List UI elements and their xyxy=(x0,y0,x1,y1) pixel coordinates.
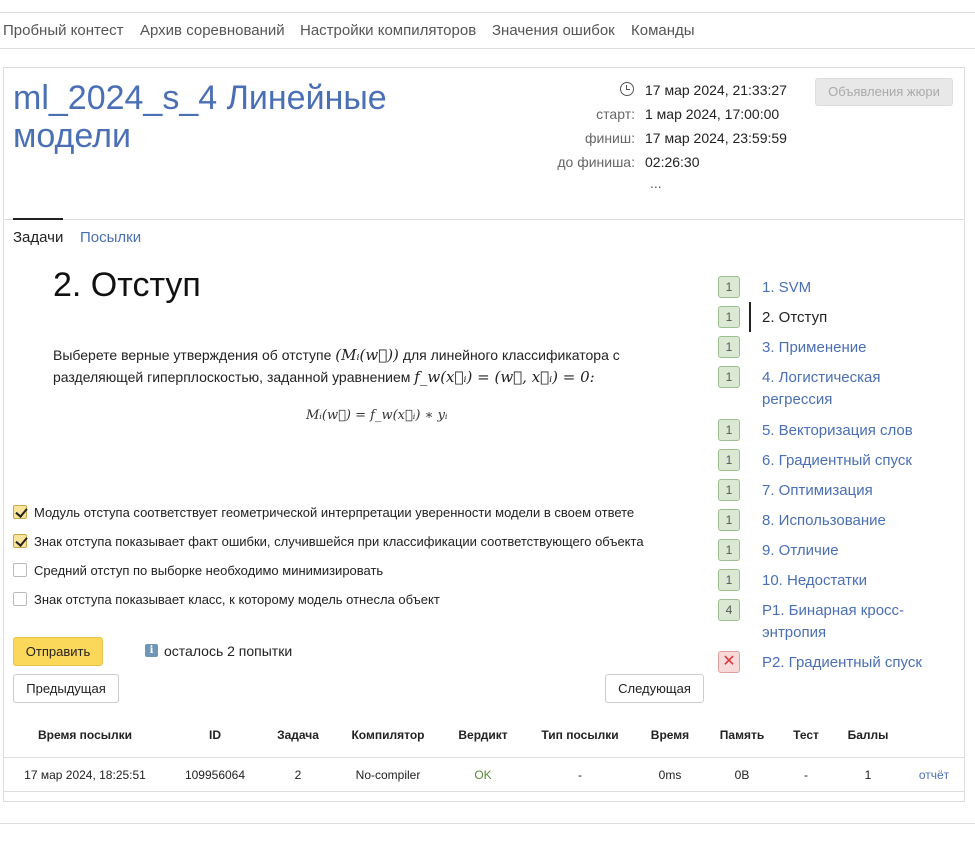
score-badge: 1 xyxy=(718,419,740,441)
cell-compiler: No-compiler xyxy=(355,768,421,782)
col-header-compiler: Компилятор xyxy=(351,728,425,742)
score-badge: 1 xyxy=(718,449,740,471)
finish-label: финиш: xyxy=(584,130,635,146)
col-header-time: Время посылки xyxy=(37,728,133,742)
score-badge: 1 xyxy=(718,539,740,561)
sidebar-item-label[interactable]: P1. Бинарная кросс-энтропия xyxy=(762,600,932,644)
task-statement: Выберете верные утверждения об отступе (… xyxy=(53,344,653,388)
sidebar-item-label[interactable]: 7. Оптимизация xyxy=(762,480,952,502)
col-header-score: Баллы xyxy=(847,728,889,742)
cell-task: 2 xyxy=(294,768,302,782)
margin-formula: Mᵢ(w⃗) = f_w(x⃗ᵢ) ∗ yᵢ xyxy=(306,408,448,423)
sidebar-item-label[interactable]: 9. Отличие xyxy=(762,540,952,562)
sidebar-item-label: 2. Отступ xyxy=(762,309,828,326)
time-left-label: до финиша: xyxy=(557,154,635,170)
cell-id: 109956064 xyxy=(184,768,246,782)
checkbox-option-2[interactable] xyxy=(13,534,27,548)
score-badge: 1 xyxy=(718,366,740,388)
score-badge: 1 xyxy=(718,479,740,501)
tab-tasks[interactable]: Задачи xyxy=(13,229,63,246)
col-header-submission-type: Тип посылки xyxy=(541,728,619,742)
tab-submissions[interactable]: Посылки xyxy=(80,229,141,246)
nav-trial-contest[interactable]: Пробный контест xyxy=(3,22,123,39)
fail-icon: ✕ xyxy=(718,651,740,673)
nav-teams[interactable]: Команды xyxy=(631,22,695,39)
score-badge: 1 xyxy=(718,509,740,531)
option-1-label: Модуль отступа соответствует геометричес… xyxy=(34,505,635,520)
task-title: 2. Отступ xyxy=(53,266,201,304)
contest-title: ml_2024_s_4 Линейные модели xyxy=(13,79,387,155)
score-badge: 4 xyxy=(718,599,740,621)
col-header-memory: Память xyxy=(719,728,765,742)
current-task-indicator xyxy=(749,302,751,332)
report-link[interactable]: отчёт xyxy=(912,768,956,782)
next-task-button[interactable]: Следующая xyxy=(605,674,704,703)
current-time: 17 мар 2024, 21:33:27 xyxy=(645,82,787,98)
col-header-task: Задача xyxy=(277,728,319,742)
score-badge: 1 xyxy=(718,336,740,358)
score-badge: 1 xyxy=(718,276,740,298)
option-4-label: Знак отступа показывает класс, к котором… xyxy=(34,592,440,607)
score-badge: 1 xyxy=(718,306,740,328)
sidebar-item-label[interactable]: 5. Векторизация слов xyxy=(762,420,952,442)
checkbox-option-3[interactable] xyxy=(13,563,27,577)
statement-math-2: f_w(x⃗ᵢ) = (w⃗, x⃗ᵢ) = 0: xyxy=(414,368,595,386)
checkbox-option-4[interactable] xyxy=(13,592,27,606)
sidebar-item-label[interactable]: 8. Использование xyxy=(762,510,952,532)
col-header-verdict: Вердикт xyxy=(458,728,508,742)
clock-icon xyxy=(620,82,634,96)
sidebar-item-label[interactable]: 1. SVM xyxy=(762,277,952,299)
checkbox-option-1[interactable] xyxy=(13,505,27,519)
option-2-label: Знак отступа показывает факт ошибки, слу… xyxy=(34,534,644,549)
statement-text-1: Выберете верные утверждения об отступе xyxy=(53,347,332,363)
col-header-run-time: Время xyxy=(650,728,690,742)
info-icon: i xyxy=(145,644,158,657)
col-header-id: ID xyxy=(209,728,221,742)
finish-value: 17 мар 2024, 23:59:59 xyxy=(645,130,787,146)
table-row-divider xyxy=(3,757,965,758)
cell-submit-time: 17 мар 2024, 18:25:51 xyxy=(24,768,146,782)
col-header-test: Тест xyxy=(793,728,819,742)
previous-task-button[interactable]: Предыдущая xyxy=(13,674,119,703)
tab-divider xyxy=(3,219,965,220)
footer-divider xyxy=(0,823,975,824)
more-info-ellipsis[interactable]: ... xyxy=(650,175,662,191)
cell-memory: 0B xyxy=(734,768,750,782)
table-bottom-border xyxy=(3,791,965,792)
sidebar-item-label[interactable]: 6. Градиентный спуск xyxy=(762,450,952,472)
cell-submission-type: - xyxy=(578,768,582,782)
attempts-remaining: осталось 2 попытки xyxy=(164,643,293,659)
start-value: 1 мар 2024, 17:00:00 xyxy=(645,106,780,122)
start-label: старт: xyxy=(596,106,635,122)
sidebar-item-label[interactable]: P2. Градиентный спуск xyxy=(762,652,952,674)
sidebar-item-label[interactable]: 3. Применение xyxy=(762,337,952,359)
sidebar-item-label[interactable]: 10. Недостатки xyxy=(762,570,952,592)
score-badge: 1 xyxy=(718,569,740,591)
cell-score: 1 xyxy=(864,768,872,782)
nav-error-values[interactable]: Значения ошибок xyxy=(492,22,615,39)
sidebar-item-label[interactable]: 4. Логистическая регрессия xyxy=(762,367,922,411)
cell-run-time: 0ms xyxy=(658,768,682,782)
nav-archive[interactable]: Архив соревнований xyxy=(140,22,285,39)
time-left-value: 02:26:30 xyxy=(645,154,700,170)
statement-math-1: (Mᵢ(w⃗)) xyxy=(335,346,399,364)
option-3-label: Средний отступ по выборке необходимо мин… xyxy=(34,563,384,578)
jury-announcements-button[interactable]: Объявления жюри xyxy=(815,78,953,106)
nav-compiler-settings[interactable]: Настройки компиляторов xyxy=(300,22,476,39)
submit-button[interactable]: Отправить xyxy=(13,637,103,666)
top-navigation: Пробный контест Архив соревнований Настр… xyxy=(0,12,975,49)
cell-test: - xyxy=(804,768,808,782)
cell-verdict: OK xyxy=(474,768,492,782)
active-tab-indicator xyxy=(13,218,63,220)
